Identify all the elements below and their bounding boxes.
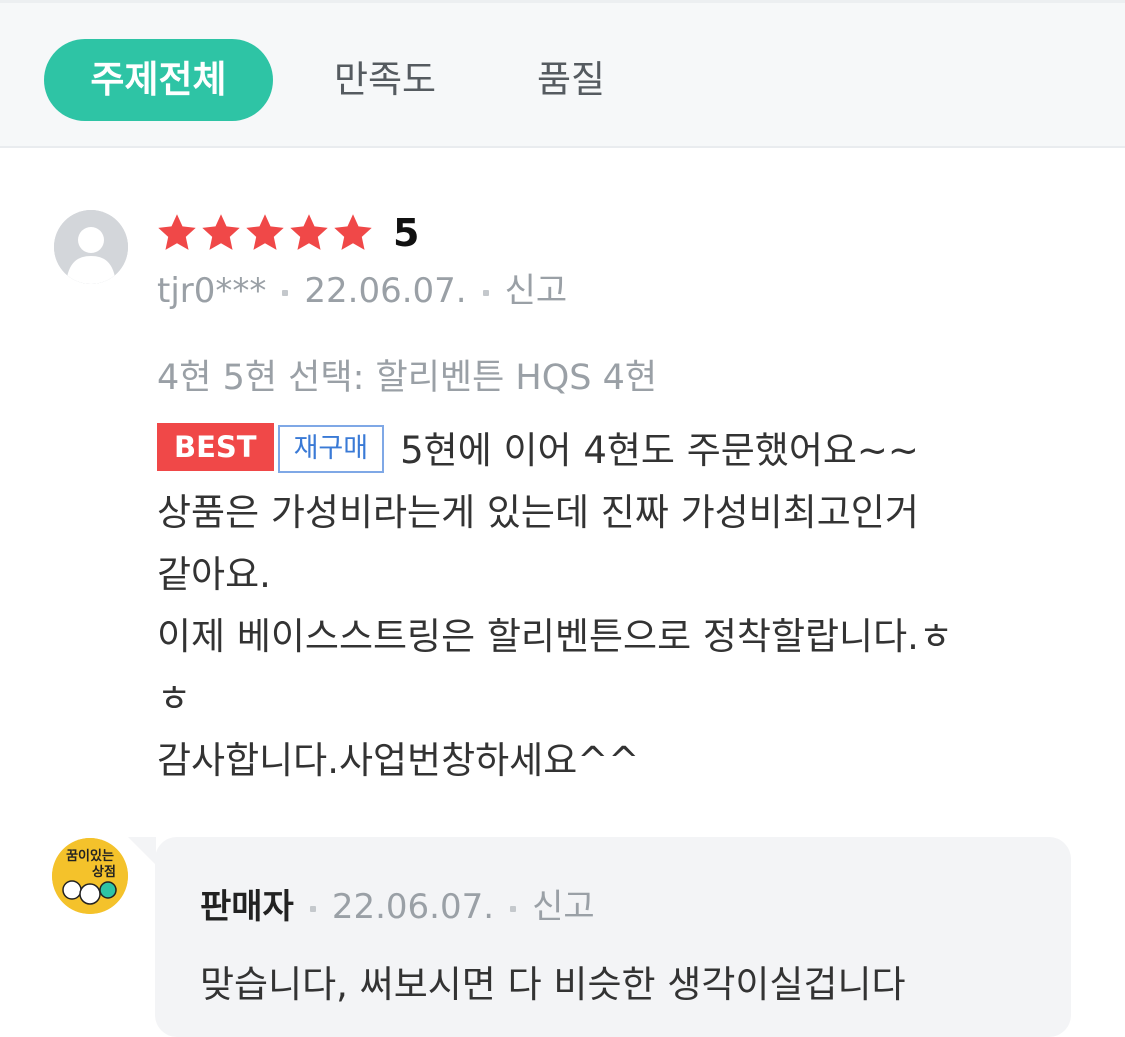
tab-satisfaction[interactable]: 만족도 <box>302 39 468 121</box>
star-icon <box>158 214 196 250</box>
seller-logo-text: 상점 <box>92 865 116 880</box>
review-body: BEST 재구매 5현에 이어 4현도 주문했어요~~ 상품은 가성비라는게 있는데… <box>157 420 1057 792</box>
rating-value: 5 <box>393 211 420 255</box>
review-text-line: ㅎ <box>157 677 192 720</box>
review-text-line: 5현에 이어 4현도 주문했어요~~ <box>400 429 919 472</box>
star-icon <box>334 214 372 250</box>
reviewer-id: tjr0*** <box>157 271 267 311</box>
review-meta: tjr0*** 22.06.07. 신고 <box>157 268 567 314</box>
reply-meta: 판매자 22.06.07. 신고 <box>200 883 595 931</box>
review-text-line: 감사합니다.사업번창하세요^^ <box>157 739 640 782</box>
seller-logo: 꿈이있는 상점 <box>52 838 128 914</box>
star-icon <box>290 214 328 250</box>
separator-dot <box>482 289 489 296</box>
star-rating <box>155 208 375 258</box>
purchase-option: 4현 5현 선택: 할리벤튼 HQS 4현 <box>157 358 658 398</box>
best-badge: BEST <box>157 423 274 471</box>
star-icon <box>246 214 284 250</box>
tab-quality[interactable]: 품질 <box>498 39 644 121</box>
seller-name: 판매자 <box>200 887 294 927</box>
seller-logo-text: 꿈이있는 <box>66 848 114 864</box>
review-date: 22.06.07. <box>304 271 467 311</box>
separator-dot <box>282 289 289 296</box>
tab-all-topics[interactable]: 주제전체 <box>44 39 273 121</box>
star-icon <box>202 214 240 250</box>
separator-dot <box>510 905 517 912</box>
separator-dot <box>309 905 316 912</box>
review-text-line: 같아요. <box>157 553 271 596</box>
reply-date: 22.06.07. <box>331 887 495 927</box>
review-text-line: 상품은 가성비라는게 있는데 진짜 가성비최고인거 <box>157 491 919 534</box>
repurchase-badge: 재구매 <box>277 425 385 473</box>
review-text-line: 이제 베이스스트링은 할리벤튼으로 정착할랍니다.ㅎ <box>157 615 953 658</box>
reply-bubble-notch <box>128 837 156 865</box>
reply-text: 맞습니다, 써보시면 다 비슷한 생각이실겁니다 <box>200 963 906 1006</box>
user-avatar-icon <box>54 210 128 284</box>
report-link[interactable]: 신고 <box>505 271 568 311</box>
reply-report-link[interactable]: 신고 <box>532 887 595 927</box>
review-line: BEST 재구매 5현에 이어 4현도 주문했어요~~ <box>157 420 1057 482</box>
topic-filter-bar: 주제전체 만족도 품질 <box>0 0 1125 148</box>
